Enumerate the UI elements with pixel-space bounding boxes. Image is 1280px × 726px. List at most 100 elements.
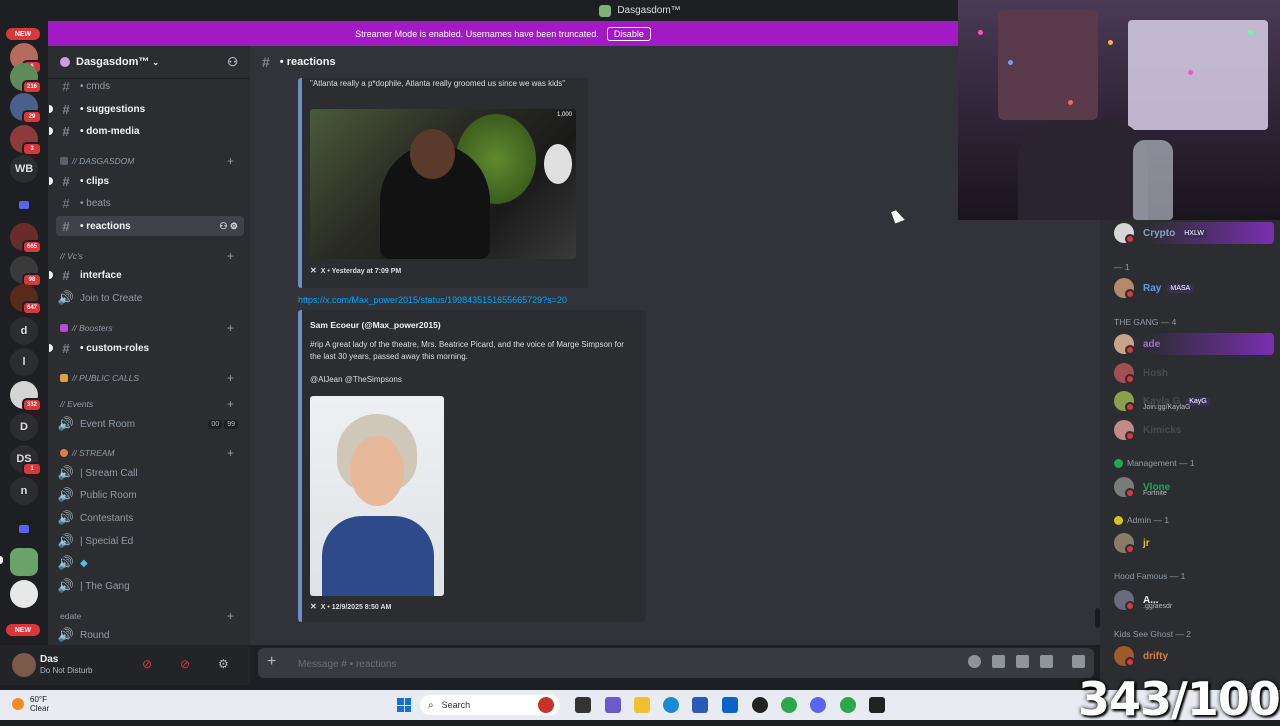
server-icon[interactable]: [10, 548, 38, 576]
member-item[interactable]: Vlone Fortnite: [1114, 476, 1274, 498]
add-channel-icon[interactable]: +: [227, 609, 234, 623]
mute-mic-icon[interactable]: ⊘: [142, 657, 152, 671]
edge-icon[interactable]: [663, 697, 679, 713]
server-icon[interactable]: 98: [10, 256, 42, 287]
category-edate[interactable]: edate +: [60, 608, 240, 624]
server-icon[interactable]: 216: [10, 63, 42, 94]
server-icon[interactable]: 647: [10, 284, 42, 315]
category-dasgasdom[interactable]: // DASGASDOM +: [60, 153, 240, 169]
add-channel-icon[interactable]: +: [227, 249, 234, 263]
new-unreads-pill-top[interactable]: NEW: [6, 28, 40, 40]
member-item[interactable]: Kayla G KayG Join.gg/KaylaG: [1114, 390, 1274, 412]
category-vcs[interactable]: // Vc's +: [60, 248, 240, 264]
store-icon[interactable]: [692, 697, 708, 713]
server-icon[interactable]: [10, 580, 38, 608]
emoji-icon[interactable]: [1072, 655, 1085, 668]
server-icon[interactable]: DS 1: [10, 445, 42, 476]
x-logo-icon: ✕: [310, 602, 317, 611]
voice-join-to-create[interactable]: 🔊 Join to Create: [56, 288, 244, 308]
voice-contestants[interactable]: 🔊 Contestants: [56, 508, 244, 528]
server-icon[interactable]: 665: [10, 223, 42, 254]
server-icon[interactable]: d: [10, 317, 38, 345]
channel-settings-gear-icon[interactable]: ⚇ ⚙: [219, 221, 238, 232]
terminal-icon[interactable]: [869, 697, 885, 713]
channel-interface[interactable]: # interface: [49, 265, 244, 285]
taskbar-app-icon[interactable]: [605, 697, 621, 713]
chrome-icon[interactable]: [781, 697, 797, 713]
voice-event-room[interactable]: 🔊 Event Room 00 99: [56, 414, 244, 434]
user-avatar[interactable]: [12, 653, 36, 677]
server-icon[interactable]: 332: [10, 381, 42, 412]
message-input[interactable]: [296, 655, 900, 673]
embed-author[interactable]: Sam Ecoeur (@Max_power2015): [310, 320, 441, 330]
apps-icon[interactable]: [968, 655, 981, 668]
voice-stream-call[interactable]: 🔊 | Stream Call: [56, 463, 244, 483]
channel-custom-roles[interactable]: # • custom-roles: [49, 338, 244, 358]
folder-icon[interactable]: [10, 191, 38, 219]
discord-icon[interactable]: [810, 697, 826, 713]
tweet-link[interactable]: https://x.com/Max_power2015/status/19984…: [298, 295, 567, 305]
outlook-icon[interactable]: [722, 697, 738, 713]
add-channel-icon[interactable]: +: [227, 397, 234, 411]
voice-round[interactable]: 🔊 Round: [56, 625, 244, 645]
server-icon[interactable]: 3: [10, 125, 42, 156]
add-channel-icon[interactable]: +: [227, 446, 234, 460]
server-logo-icon: [60, 57, 70, 67]
add-channel-icon[interactable]: +: [227, 154, 234, 168]
channel-beats[interactable]: # • beats: [56, 193, 244, 213]
task-view-icon[interactable]: [575, 697, 591, 713]
server-icon[interactable]: 29: [10, 93, 42, 124]
server-icon[interactable]: n: [10, 477, 38, 505]
member-item[interactable]: Ray MASA: [1114, 277, 1274, 299]
new-unreads-pill-bottom[interactable]: NEW: [6, 624, 40, 636]
taskbar-app-icon[interactable]: [752, 697, 768, 713]
channel-cmds[interactable]: # • cmds: [56, 76, 244, 96]
voice-public-room[interactable]: 🔊 Public Room: [56, 485, 244, 505]
active-server-pip: [0, 556, 3, 564]
category-boosters[interactable]: // Boosters +: [60, 320, 240, 336]
file-explorer-icon[interactable]: [634, 697, 650, 713]
member-item[interactable]: Kimicks: [1114, 419, 1274, 441]
windows-start-icon[interactable]: [397, 698, 411, 712]
channel-sidebar: Dasgasdom™ ⌄ ⚇ # • cmds # • suggestions # •…: [48, 46, 250, 645]
video-thumbnail[interactable]: 1,000: [310, 109, 576, 259]
category-public-calls[interactable]: // PUBLIC CALLS +: [60, 370, 240, 386]
disable-streamer-mode-button[interactable]: Disable: [606, 26, 651, 41]
message-composer: +: [258, 648, 1094, 678]
embed-mentions[interactable]: @AlJean @TheSimpsons: [310, 375, 402, 384]
embed-photo[interactable]: [310, 396, 444, 596]
gift-icon[interactable]: [992, 655, 1005, 668]
server-header[interactable]: Dasgasdom™ ⌄ ⚇: [48, 46, 250, 79]
add-channel-icon[interactable]: +: [227, 321, 234, 335]
member-item[interactable]: jr: [1114, 532, 1274, 554]
server-icon[interactable]: D: [10, 413, 38, 441]
voice-the-gang[interactable]: 🔊 | The Gang: [56, 576, 244, 596]
voice-diamond[interactable]: 🔊 ◆: [56, 553, 244, 573]
attach-plus-icon[interactable]: +: [267, 653, 276, 671]
channel-dom-media[interactable]: # • dom-media: [49, 121, 244, 141]
member-item[interactable]: drifty: [1114, 645, 1274, 667]
server-icon[interactable]: l: [10, 348, 38, 376]
member-item[interactable]: A... .gg/aesdr: [1114, 589, 1274, 611]
channel-reactions[interactable]: # • reactions ⚇ ⚙: [56, 216, 244, 236]
channel-clips[interactable]: # • clips: [49, 171, 244, 191]
face-image: [350, 436, 404, 506]
deafen-icon[interactable]: ⊘: [180, 657, 190, 671]
category-stream[interactable]: // STREAM +: [60, 445, 240, 461]
chrome-icon[interactable]: [840, 697, 856, 713]
channel-suggestions[interactable]: # • suggestions: [49, 99, 244, 119]
sticker-icon[interactable]: [1040, 655, 1053, 668]
member-item[interactable]: Crypto HXLW: [1114, 222, 1274, 244]
server-icon[interactable]: WB: [10, 155, 38, 183]
voice-special-ed[interactable]: 🔊 | Special Ed: [56, 531, 244, 551]
add-channel-icon[interactable]: +: [227, 371, 234, 385]
member-item[interactable]: Hosh: [1114, 362, 1274, 384]
category-events[interactable]: // Events +: [60, 396, 240, 412]
folder-icon[interactable]: [10, 515, 38, 543]
invite-people-icon[interactable]: ⚇: [227, 55, 238, 69]
user-settings-gear-icon[interactable]: ⚙: [218, 657, 229, 671]
taskbar-app-icon[interactable]: [538, 697, 554, 713]
member-item[interactable]: ade: [1114, 333, 1274, 355]
weather-widget[interactable]: 60°F Clear: [12, 695, 49, 713]
gif-icon[interactable]: [1016, 655, 1029, 668]
